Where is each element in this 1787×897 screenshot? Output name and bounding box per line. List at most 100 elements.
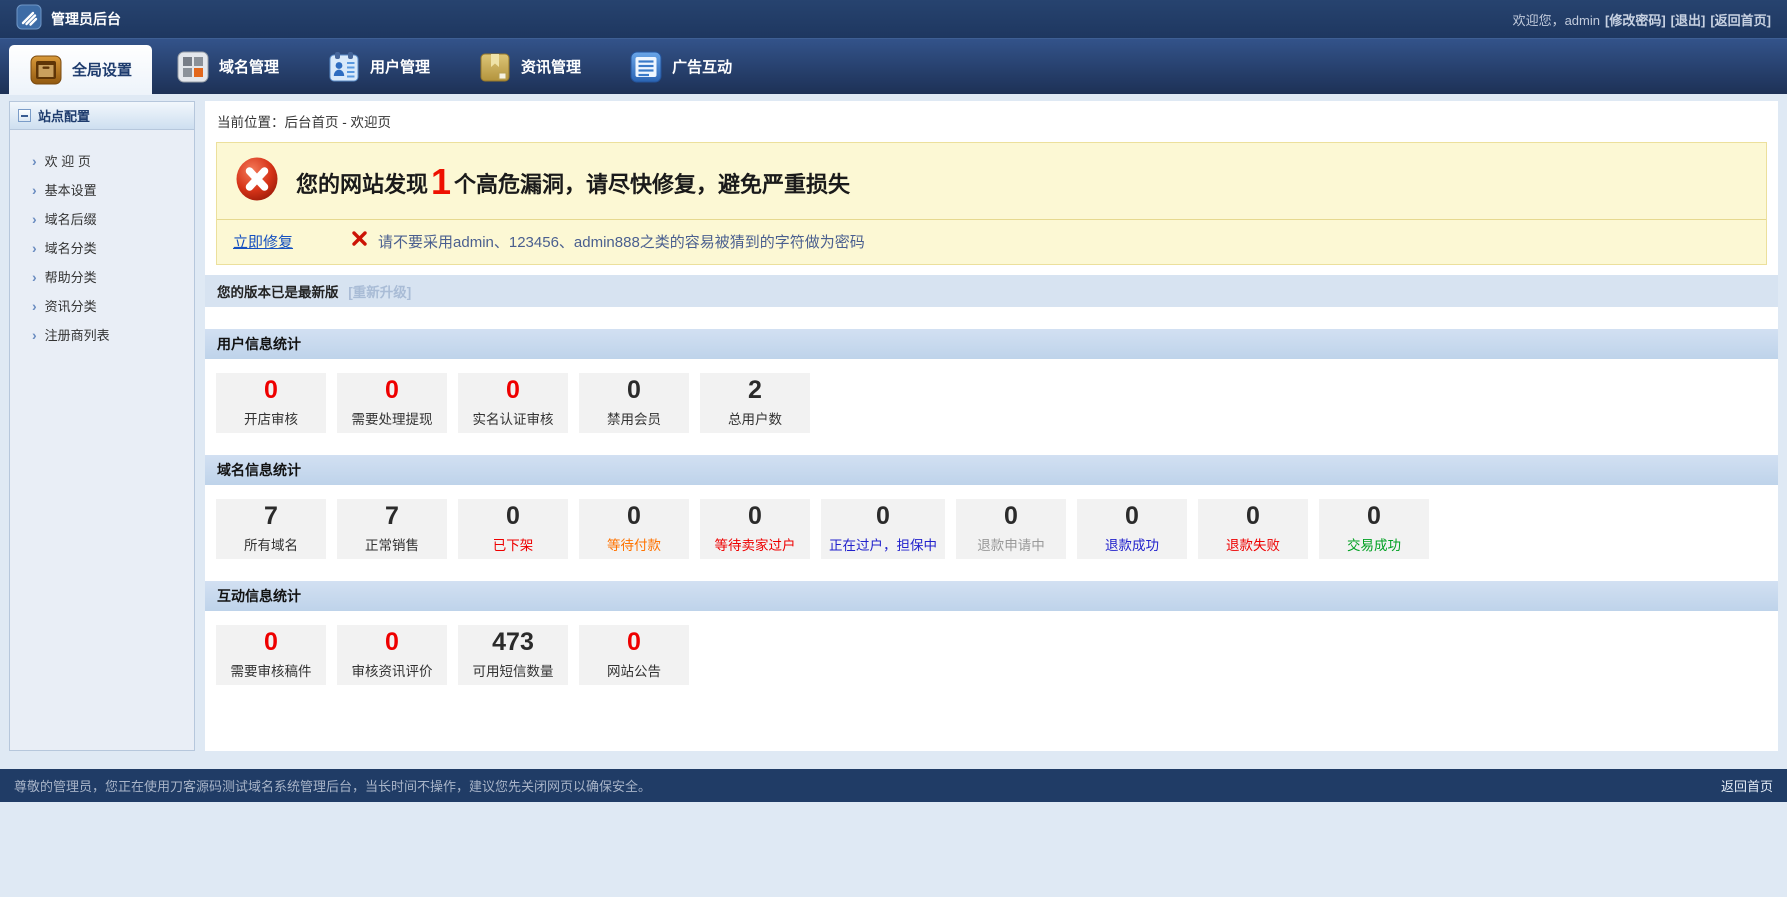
chevron-right-icon: ›: [32, 270, 37, 284]
stat-label: 等待卖家过户: [715, 534, 796, 554]
stat-site-announcements[interactable]: 0 网站公告: [579, 625, 689, 685]
tab-label: 域名管理: [219, 56, 279, 77]
sidebar-item-label: 域名后缀: [45, 209, 97, 228]
stat-label: 所有域名: [244, 534, 298, 554]
stat-value: 0: [506, 378, 520, 403]
sidebar-item-label: 欢 迎 页: [45, 151, 91, 170]
stat-value: 0: [1125, 504, 1139, 529]
stat-row: 0 需要审核稿件 0 审核资讯评价 473 可用短信数量 0 网站公告: [205, 611, 1778, 685]
tab-ad-interact[interactable]: 广告互动: [605, 39, 756, 94]
stat-total-users[interactable]: 2 总用户数: [700, 373, 810, 433]
security-alert-text: 您的网站发现1个高危漏洞，请尽快修复，避免严重损失: [296, 161, 850, 203]
back-home-link[interactable]: [返回首页]: [1710, 10, 1771, 29]
interact-stats-section: 互动信息统计 0 需要审核稿件 0 审核资讯评价 473 可用短信数量 0 网站…: [205, 581, 1778, 685]
stat-withdraw-pending[interactable]: 0 需要处理提现: [337, 373, 447, 433]
tab-domain-manage[interactable]: 域名管理: [152, 39, 303, 94]
tab-label: 广告互动: [672, 56, 732, 77]
stat-banned-members[interactable]: 0 禁用会员: [579, 373, 689, 433]
fix-now-link[interactable]: 立即修复: [233, 231, 293, 252]
footer: 尊敬的管理员，您正在使用刀客源码测试域名系统管理后台，当长时间不操作，建议您先关…: [0, 769, 1787, 802]
admin-logo-icon: [16, 4, 42, 35]
vulnerability-count: 1: [428, 161, 454, 202]
stat-refund-requesting[interactable]: 0 退款申请中: [956, 499, 1066, 559]
sidebar-item-label: 注册商列表: [45, 325, 110, 344]
sidebar-item-domain-suffix[interactable]: › 域名后缀: [10, 204, 194, 233]
stat-off-shelf[interactable]: 0 已下架: [458, 499, 568, 559]
topbar: 管理员后台 欢迎您，admin [修改密码] [退出] [返回首页]: [0, 0, 1787, 38]
stat-articles-to-review[interactable]: 0 需要审核稿件: [216, 625, 326, 685]
stat-value: 0: [1367, 504, 1381, 529]
stat-label: 禁用会员: [607, 408, 661, 428]
sidebar-item-registrar-list[interactable]: › 注册商列表: [10, 320, 194, 349]
security-alert-main: 您的网站发现1个高危漏洞，请尽快修复，避免严重损失: [217, 143, 1766, 220]
stat-value: 0: [876, 504, 890, 529]
stat-label: 退款成功: [1105, 534, 1159, 554]
stat-normal-sale[interactable]: 7 正常销售: [337, 499, 447, 559]
red-cross-icon: [351, 230, 368, 252]
welcome-text: 欢迎您，admin: [1513, 10, 1600, 29]
section-title: 互动信息统计: [205, 581, 1778, 611]
sidebar-menu: › 欢 迎 页 › 基本设置 › 域名后缀 › 域名分类 › 帮助分类 › 资讯…: [10, 130, 194, 349]
security-alert-banner: 您的网站发现1个高危漏洞，请尽快修复，避免严重损失 立即修复 请不要采用admi…: [216, 142, 1767, 265]
main-content: 当前位置：后台首页 - 欢迎页 您的网站发现1个高危漏洞，请尽快修复，避免严重损…: [205, 101, 1778, 751]
stat-awaiting-payment[interactable]: 0 等待付款: [579, 499, 689, 559]
stat-label: 需要处理提现: [352, 408, 433, 428]
section-title: 域名信息统计: [205, 455, 1778, 485]
error-circle-icon: [233, 154, 283, 209]
domain-stats-section: 域名信息统计 7 所有域名 7 正常销售 0 已下架 0 等待付款: [205, 455, 1778, 559]
tab-news-manage[interactable]: 资讯管理: [454, 39, 605, 94]
stat-value: 7: [264, 504, 278, 529]
stat-value: 0: [627, 378, 641, 403]
sidebar-item-domain-category[interactable]: › 域名分类: [10, 233, 194, 262]
stat-row: 7 所有域名 7 正常销售 0 已下架 0 等待付款 0 等待卖家过户: [205, 485, 1778, 559]
stat-label: 等待付款: [607, 534, 661, 554]
sidebar-item-welcome[interactable]: › 欢 迎 页: [10, 146, 194, 175]
app-title: 管理员后台: [51, 9, 121, 29]
stat-value: 7: [385, 504, 399, 529]
chevron-right-icon: ›: [32, 183, 37, 197]
stat-label: 实名认证审核: [473, 408, 554, 428]
reupgrade-link[interactable]: [重新升级]: [348, 285, 411, 300]
news-manage-icon: [478, 50, 512, 84]
stat-label: 正常销售: [365, 534, 419, 554]
stat-value: 2: [748, 378, 762, 403]
stat-transferring-escrow[interactable]: 0 正在过户，担保中: [821, 499, 945, 559]
sidebar-item-news-category[interactable]: › 资讯分类: [10, 291, 194, 320]
stat-all-domains[interactable]: 7 所有域名: [216, 499, 326, 559]
stat-value: 0: [264, 630, 278, 655]
stat-sms-available[interactable]: 473 可用短信数量: [458, 625, 568, 685]
stat-refund-failed[interactable]: 0 退款失败: [1198, 499, 1308, 559]
stat-value: 0: [264, 378, 278, 403]
sidebar-group-site-config[interactable]: 站点配置: [10, 102, 194, 130]
stat-shop-audit[interactable]: 0 开店审核: [216, 373, 326, 433]
stat-refund-success[interactable]: 0 退款成功: [1077, 499, 1187, 559]
brand: 管理员后台: [16, 4, 121, 35]
stat-awaiting-seller-transfer[interactable]: 0 等待卖家过户: [700, 499, 810, 559]
alert-prefix: 您的网站发现: [296, 172, 428, 197]
collapse-minus-icon[interactable]: [18, 109, 31, 122]
logout-link[interactable]: [退出]: [1671, 10, 1706, 29]
alert-suffix: 个高危漏洞，请尽快修复，避免严重损失: [454, 172, 850, 197]
stat-value: 0: [385, 630, 399, 655]
stat-label: 交易成功: [1347, 534, 1401, 554]
stat-label: 正在过户，担保中: [829, 534, 937, 554]
sidebar-item-basic-settings[interactable]: › 基本设置: [10, 175, 194, 204]
stat-news-comments-review[interactable]: 0 审核资讯评价: [337, 625, 447, 685]
footer-home-link[interactable]: 返回首页: [1721, 776, 1773, 795]
sidebar-item-help-category[interactable]: › 帮助分类: [10, 262, 194, 291]
stat-label: 需要审核稿件: [231, 660, 312, 680]
stat-label: 总用户数: [728, 408, 782, 428]
change-password-link[interactable]: [修改密码]: [1605, 10, 1666, 29]
main-nav: 全局设置 域名管理: [0, 38, 1787, 94]
tab-user-manage[interactable]: 用户管理: [303, 39, 454, 94]
user-manage-icon: [327, 50, 361, 84]
stat-trade-success[interactable]: 0 交易成功: [1319, 499, 1429, 559]
chevron-right-icon: ›: [32, 154, 37, 168]
footer-notice: 尊敬的管理员，您正在使用刀客源码测试域名系统管理后台，当长时间不操作，建议您先关…: [14, 776, 651, 795]
stat-realname-audit[interactable]: 0 实名认证审核: [458, 373, 568, 433]
user-area: 欢迎您，admin [修改密码] [退出] [返回首页]: [1513, 10, 1771, 29]
tab-global-settings[interactable]: 全局设置: [9, 45, 152, 95]
chevron-right-icon: ›: [32, 299, 37, 313]
stat-label: 网站公告: [607, 660, 661, 680]
version-text: 您的版本已是最新版: [217, 285, 339, 300]
